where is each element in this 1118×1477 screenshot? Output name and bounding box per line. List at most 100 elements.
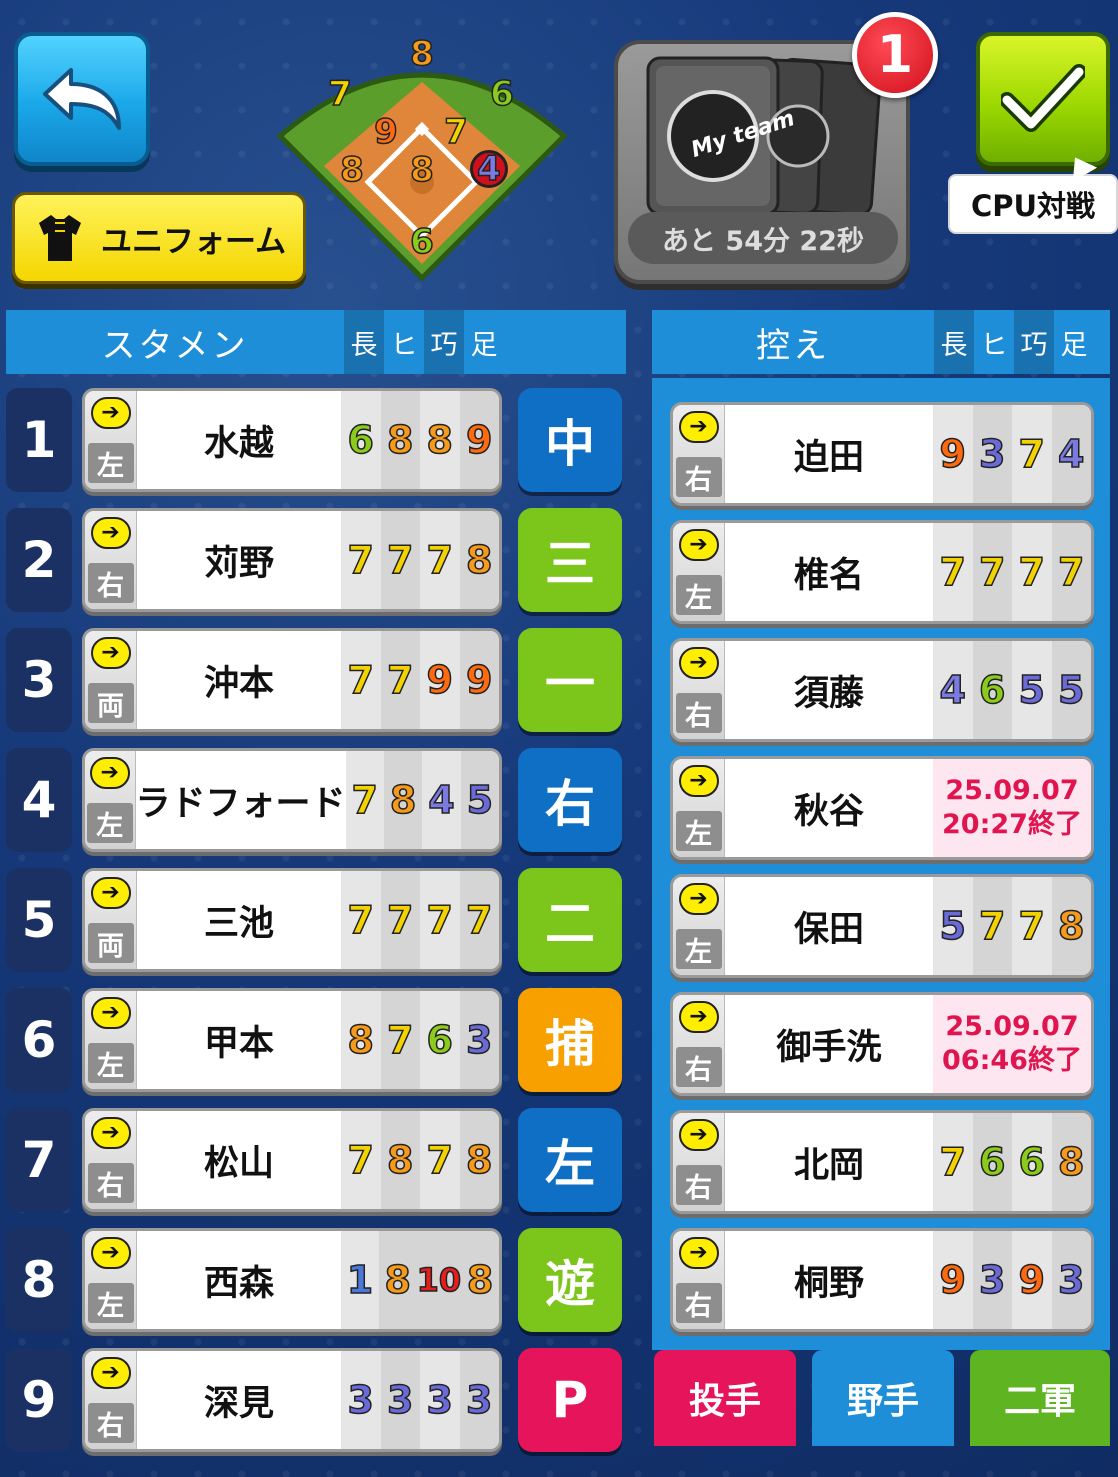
- swap-arrow-icon[interactable]: ➔: [678, 529, 719, 561]
- back-button[interactable]: [14, 32, 150, 166]
- player-card[interactable]: ➔ 右須藤 4 6 5 5: [670, 638, 1094, 742]
- field-position-rating: 7: [327, 73, 352, 115]
- position-badge[interactable]: 一: [518, 628, 622, 732]
- swap-arrow-icon[interactable]: ➔: [90, 397, 131, 429]
- player-card[interactable]: ➔ 右苅野 7 7 7 8: [82, 508, 502, 612]
- player-side: ➔ 左: [673, 759, 725, 857]
- position-badge[interactable]: 右: [518, 748, 622, 852]
- swap-arrow-icon[interactable]: ➔: [89, 757, 130, 789]
- player-card[interactable]: ➔ 左保田 5 7 7 8: [670, 874, 1094, 978]
- stat-header-power: 長: [344, 310, 384, 374]
- swap-arrow-icon[interactable]: ➔: [678, 647, 719, 679]
- player-card[interactable]: ➔ 右御手洗 25.09.07 06:46終了: [670, 992, 1094, 1096]
- player-stats: 4655: [933, 641, 1091, 739]
- player-stats: 7799: [341, 631, 499, 729]
- stat-value: 8: [1051, 877, 1091, 975]
- swap-arrow-icon[interactable]: ➔: [90, 637, 131, 669]
- swap-arrow-icon[interactable]: ➔: [90, 1357, 131, 1389]
- stat-value: 4: [1051, 405, 1091, 503]
- position-badge[interactable]: 遊: [518, 1228, 622, 1332]
- player-stats: 7777: [341, 871, 499, 969]
- stat-value: 9: [933, 1231, 973, 1329]
- ended-date: 25.09.07: [945, 1011, 1079, 1043]
- player-card[interactable]: ➔ 左甲本 8 7 6 3: [82, 988, 502, 1092]
- player-card[interactable]: ➔ 両三池 7 7 7 7: [82, 868, 502, 972]
- player-card[interactable]: ➔ 右北岡 7 6 6 8: [670, 1110, 1094, 1214]
- stat-value: 3: [420, 1351, 460, 1449]
- field-position-rating: 8: [339, 149, 364, 191]
- cpu-battle-label[interactable]: CPU対戦: [948, 174, 1118, 234]
- swap-arrow-icon[interactable]: ➔: [678, 1237, 719, 1269]
- stat-value: 8: [461, 1231, 499, 1329]
- stat-value: 8: [380, 1111, 420, 1209]
- stat-value: 7: [345, 751, 384, 849]
- swap-arrow-icon[interactable]: ➔: [678, 1119, 719, 1151]
- uniform-button[interactable]: ユニフォーム: [12, 192, 306, 284]
- bench-title: 控え: [756, 325, 830, 366]
- swap-arrow-icon[interactable]: ➔: [90, 1117, 131, 1149]
- stat-value: 5: [460, 751, 499, 849]
- swap-arrow-icon[interactable]: ➔: [678, 765, 719, 797]
- stat-value: 7: [933, 523, 973, 621]
- batting-hand: 左: [675, 811, 722, 851]
- confirm-button[interactable]: [976, 32, 1110, 166]
- swap-arrow-icon[interactable]: ➔: [90, 877, 131, 909]
- swap-arrow-icon[interactable]: ➔: [678, 411, 719, 443]
- batting-hand: 左: [87, 1043, 134, 1083]
- player-card[interactable]: ➔ 右桐野 9 3 9 3: [670, 1228, 1094, 1332]
- contract-ended: 25.09.07 06:46終了: [933, 995, 1091, 1093]
- batting-hand: 両: [87, 923, 134, 963]
- back-arrow-icon: [43, 68, 121, 130]
- stat-value: 7: [972, 877, 1012, 975]
- stat-value: 7: [420, 1111, 460, 1209]
- player-card[interactable]: ➔ 左秋谷 25.09.07 20:27終了: [670, 756, 1094, 860]
- field-position-rating: 6: [409, 221, 434, 263]
- swap-arrow-icon[interactable]: ➔: [90, 997, 131, 1029]
- position-badge[interactable]: P: [518, 1348, 622, 1452]
- player-card[interactable]: ➔ 右松山 7 8 7 8: [82, 1108, 502, 1212]
- tab-fielders[interactable]: 野手: [812, 1350, 954, 1446]
- position-badge[interactable]: 左: [518, 1108, 622, 1212]
- field-position-rating: 6: [489, 73, 514, 115]
- player-side: ➔ 両: [85, 631, 137, 729]
- stat-header-contact: ヒ: [980, 329, 1008, 361]
- stat-value: 6: [972, 641, 1012, 739]
- stat-header-skill: 巧: [424, 310, 464, 374]
- player-card[interactable]: ➔ 左椎名 7 7 7 7: [670, 520, 1094, 624]
- ended-date: 25.09.07: [945, 775, 1079, 807]
- player-side: ➔ 左: [673, 877, 725, 975]
- stat-value: 7: [380, 511, 420, 609]
- stat-value: 5: [1051, 641, 1091, 739]
- position-badge[interactable]: 三: [518, 508, 622, 612]
- player-card[interactable]: ➔ 左ラドフォード 7 8 4 5: [82, 748, 502, 852]
- stat-value: 3: [459, 1351, 499, 1449]
- batting-hand: 右: [87, 1163, 134, 1203]
- player-card[interactable]: ➔ 右深見 3 3 3 3: [82, 1348, 502, 1452]
- position-badge[interactable]: 中: [518, 388, 622, 492]
- player-card[interactable]: ➔ 左西森 1 8 10 8: [82, 1228, 502, 1332]
- stat-header-speed: 足: [1060, 329, 1088, 361]
- batting-order: 4: [6, 748, 72, 852]
- position-badge[interactable]: 捕: [518, 988, 622, 1092]
- player-stats: 7878: [341, 1111, 499, 1209]
- tab-farm[interactable]: 二軍: [970, 1350, 1110, 1446]
- stat-value: 9: [933, 405, 973, 503]
- batting-hand: 左: [675, 575, 722, 615]
- position-badge[interactable]: 二: [518, 868, 622, 972]
- player-card[interactable]: ➔ 両沖本 7 7 9 9: [82, 628, 502, 732]
- player-name: 西森: [137, 1231, 341, 1329]
- swap-arrow-icon[interactable]: ➔: [678, 883, 719, 915]
- player-card[interactable]: ➔ 左水越 6 8 8 9: [82, 388, 502, 492]
- field-position-rating: 4: [470, 148, 508, 190]
- swap-arrow-icon[interactable]: ➔: [90, 1237, 131, 1269]
- jersey-icon: [39, 215, 81, 261]
- swap-arrow-icon[interactable]: ➔: [90, 517, 131, 549]
- player-name: 北岡: [725, 1113, 933, 1211]
- stat-value: 8: [1051, 1113, 1091, 1211]
- tab-pitchers[interactable]: 投手: [654, 1350, 796, 1446]
- player-card[interactable]: ➔ 右迫田 9 3 7 4: [670, 402, 1094, 506]
- swap-arrow-icon[interactable]: ➔: [678, 1001, 719, 1033]
- defense-field-diagram[interactable]: 876978846: [272, 24, 572, 286]
- field-position-rating: 9: [373, 111, 398, 153]
- stat-value: 9: [1012, 1231, 1052, 1329]
